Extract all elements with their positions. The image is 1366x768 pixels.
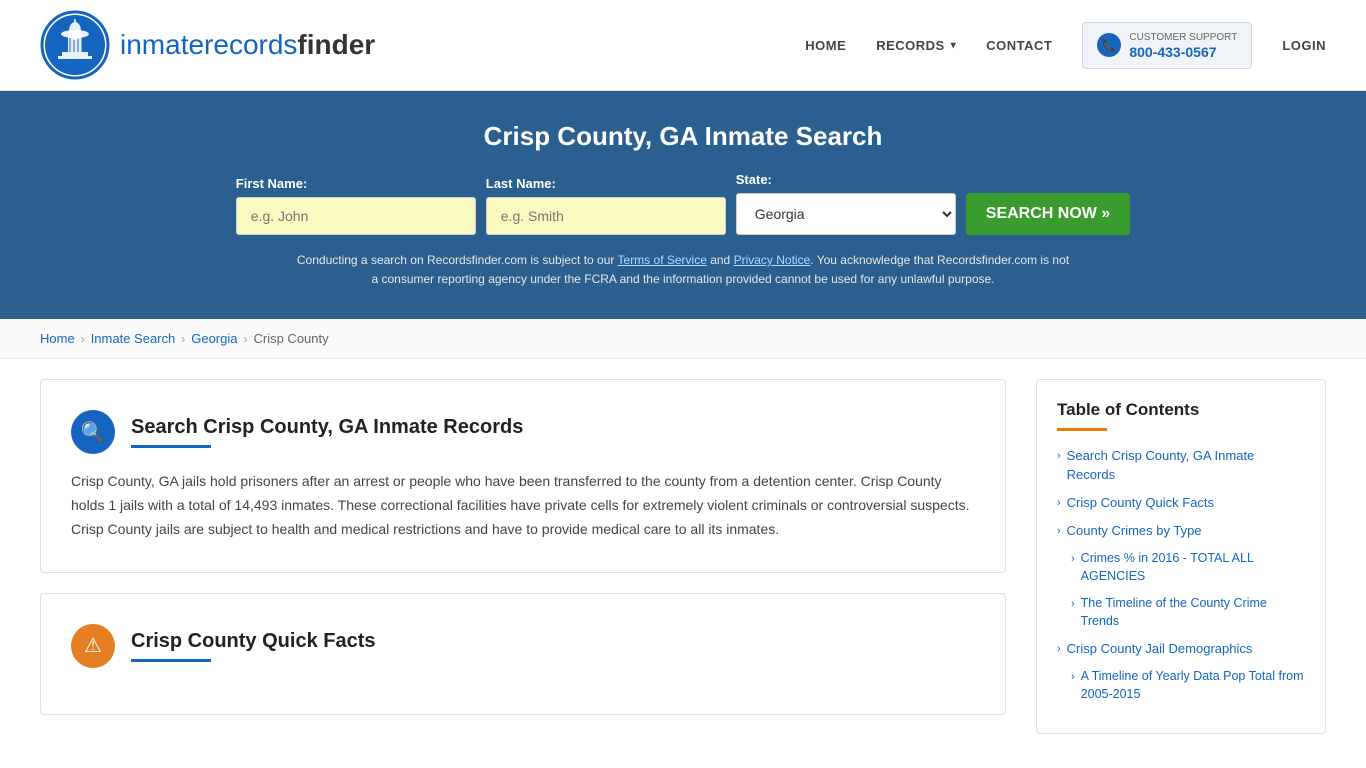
toc-item-timeline-crime[interactable]: › The Timeline of the County Crime Trend… <box>1071 595 1305 630</box>
card-title-facts: Crisp County Quick Facts <box>131 630 376 662</box>
last-name-label: Last Name: <box>486 176 556 191</box>
logo-icon <box>40 10 110 80</box>
support-info: CUSTOMER SUPPORT 800-433-0567 <box>1129 31 1237 60</box>
inmate-records-card: 🔍 Search Crisp County, GA Inmate Records… <box>40 379 1006 572</box>
chevron-right-icon-3: › <box>1057 524 1061 539</box>
main-container: 🔍 Search Crisp County, GA Inmate Records… <box>0 359 1366 754</box>
toc-item-demographics[interactable]: › Crisp County Jail Demographics <box>1057 640 1305 658</box>
toc-item-inmate-records[interactable]: › Search Crisp County, GA Inmate Records <box>1057 447 1305 483</box>
card-title-inmate: Search Crisp County, GA Inmate Records <box>131 416 523 448</box>
support-box[interactable]: 📞 CUSTOMER SUPPORT 800-433-0567 <box>1082 22 1252 69</box>
chevron-right-icon-1: › <box>1057 449 1061 464</box>
tos-link[interactable]: Terms of Service <box>618 253 707 267</box>
main-nav: HOME RECORDS ▾ CONTACT 📞 CUSTOMER SUPPOR… <box>805 22 1326 69</box>
nav-contact[interactable]: CONTACT <box>986 38 1052 53</box>
quick-facts-card: ⚠ Crisp County Quick Facts <box>40 593 1006 715</box>
last-name-input[interactable] <box>486 197 726 235</box>
first-name-label: First Name: <box>236 176 308 191</box>
chevron-right-icon-6: › <box>1057 642 1061 657</box>
toc-item-yearly-data[interactable]: › A Timeline of Yearly Data Pop Total fr… <box>1071 668 1305 703</box>
disclaimer-text: Conducting a search on Recordsfinder.com… <box>293 251 1073 289</box>
breadcrumb: Home › Inmate Search › Georgia › Crisp C… <box>0 319 1366 359</box>
breadcrumb-sep-1: › <box>81 332 85 346</box>
toc-title: Table of Contents <box>1057 400 1305 420</box>
card-body-inmate: Crisp County, GA jails hold prisoners af… <box>71 470 975 541</box>
breadcrumb-inmate-search[interactable]: Inmate Search <box>91 331 176 346</box>
breadcrumb-current: Crisp County <box>253 331 328 346</box>
search-icon: 🔍 <box>71 410 115 454</box>
title-underline <box>131 445 211 448</box>
state-group: State: Georgia Alabama Florida <box>736 172 956 235</box>
breadcrumb-home[interactable]: Home <box>40 331 75 346</box>
chevron-right-icon-7: › <box>1071 670 1075 685</box>
logo[interactable]: inmaterecordsfinder <box>40 10 375 80</box>
title-underline-2 <box>131 659 211 662</box>
logo-text: inmaterecordsfinder <box>120 29 375 61</box>
chevron-down-icon: ▾ <box>951 40 957 51</box>
toc-item-crimes-percent[interactable]: › Crimes % in 2016 - TOTAL ALL AGENCIES <box>1071 550 1305 585</box>
card-header-inmate: 🔍 Search Crisp County, GA Inmate Records <box>71 410 975 454</box>
first-name-group: First Name: <box>236 176 476 235</box>
breadcrumb-sep-3: › <box>243 332 247 346</box>
toc-box: Table of Contents › Search Crisp County,… <box>1036 379 1326 734</box>
privacy-link[interactable]: Privacy Notice <box>734 253 811 267</box>
state-select[interactable]: Georgia Alabama Florida <box>736 193 956 235</box>
phone-icon: 📞 <box>1097 33 1121 57</box>
hero-section: Crisp County, GA Inmate Search First Nam… <box>0 91 1366 319</box>
search-form: First Name: Last Name: State: Georgia Al… <box>40 172 1326 235</box>
content-area: 🔍 Search Crisp County, GA Inmate Records… <box>40 379 1036 734</box>
last-name-group: Last Name: <box>486 176 726 235</box>
nav-login[interactable]: LOGIN <box>1282 38 1326 53</box>
search-button[interactable]: SEARCH NOW » <box>966 193 1130 235</box>
nav-records[interactable]: RECORDS ▾ <box>876 38 956 53</box>
toc-item-county-crimes[interactable]: › County Crimes by Type <box>1057 522 1305 540</box>
first-name-input[interactable] <box>236 197 476 235</box>
chevron-right-icon-5: › <box>1071 597 1075 612</box>
toc-sub-1: › Crimes % in 2016 - TOTAL ALL AGENCIES … <box>1057 550 1305 630</box>
site-header: inmaterecordsfinder HOME RECORDS ▾ CONTA… <box>0 0 1366 91</box>
sidebar: Table of Contents › Search Crisp County,… <box>1036 379 1326 734</box>
nav-home[interactable]: HOME <box>805 38 846 53</box>
alert-icon: ⚠ <box>71 624 115 668</box>
state-label: State: <box>736 172 772 187</box>
toc-underline <box>1057 428 1107 431</box>
chevron-right-icon-4: › <box>1071 552 1075 567</box>
breadcrumb-sep-2: › <box>181 332 185 346</box>
chevron-right-icon-2: › <box>1057 496 1061 511</box>
breadcrumb-georgia[interactable]: Georgia <box>191 331 237 346</box>
page-title: Crisp County, GA Inmate Search <box>40 121 1326 152</box>
toc-sub-2: › A Timeline of Yearly Data Pop Total fr… <box>1057 668 1305 703</box>
card-header-facts: ⚠ Crisp County Quick Facts <box>71 624 975 668</box>
toc-item-quick-facts[interactable]: › Crisp County Quick Facts <box>1057 494 1305 512</box>
